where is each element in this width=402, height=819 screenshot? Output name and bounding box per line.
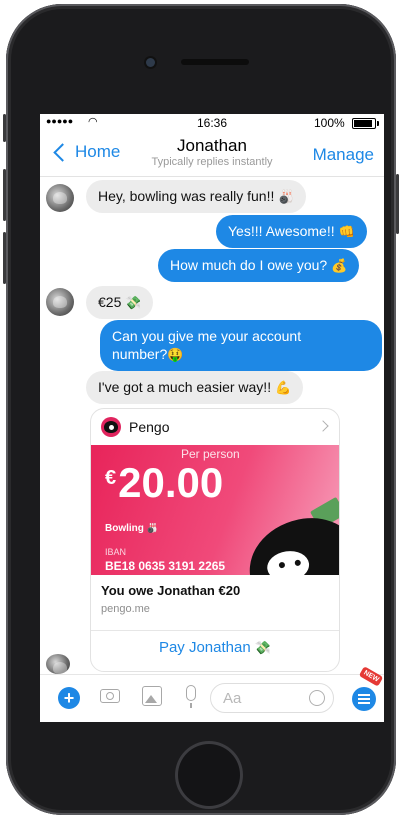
message-bubble[interactable]: How much do I owe you? 💰 — [158, 249, 360, 282]
message-bubble[interactable]: I've got a much easier way!! 💪 — [86, 371, 304, 404]
message-bubble[interactable]: Hey, bowling was really fun!! 🎳 — [86, 180, 307, 213]
avatar[interactable] — [46, 288, 74, 316]
menu-line — [358, 694, 370, 696]
event-name: Bowling — [105, 523, 144, 534]
menu-line — [358, 698, 370, 700]
camera-icon[interactable] — [100, 689, 120, 703]
flying-money-emoji-icon: 💸 — [125, 295, 142, 310]
fist-bump-emoji-icon: 👊 — [338, 224, 355, 239]
avatar[interactable] — [46, 184, 74, 212]
volume-down-button — [3, 232, 6, 284]
flying-money-emoji-icon: 💸 — [254, 640, 272, 655]
penguin-face — [265, 548, 312, 575]
emoji-icon[interactable] — [309, 690, 325, 706]
message-text: Yes!!! Awesome!! — [228, 223, 335, 239]
battery-icon — [352, 118, 379, 129]
screen: ●●●●● ◠ 16:36 100% Home Jonathan Typical… — [40, 114, 384, 722]
money-face-emoji-icon: 🤑 — [167, 347, 184, 362]
card-brand: Pengo — [129, 419, 170, 435]
microphone-icon[interactable] — [186, 685, 196, 708]
flexed-biceps-emoji-icon: 💪 — [274, 380, 292, 395]
message-text-line2: number? — [112, 346, 168, 362]
nav-bar: Home Jonathan Typically replies instantl… — [40, 132, 384, 177]
money-bag-emoji-icon: 💰 — [331, 258, 348, 273]
message-text: €25 — [98, 294, 122, 310]
home-button[interactable] — [175, 741, 243, 809]
status-bar: ●●●●● ◠ 16:36 100% — [40, 114, 384, 132]
message-bubble[interactable]: €25 💸 — [86, 286, 154, 319]
volume-up-button — [3, 169, 6, 221]
card-divider — [91, 630, 339, 631]
menu-line — [358, 702, 370, 704]
avatar[interactable] — [46, 654, 70, 674]
amount-value: 20.00 — [118, 459, 224, 506]
earpiece-speaker — [181, 59, 249, 65]
menu-button[interactable] — [352, 687, 376, 711]
new-badge: NEW — [358, 666, 384, 687]
card-title: You owe Jonathan €20 — [101, 583, 241, 598]
phone-frame: ●●●●● ◠ 16:36 100% Home Jonathan Typical… — [3, 4, 399, 815]
message-bubble[interactable]: Yes!!! Awesome!! 👊 — [216, 215, 367, 248]
card-url: pengo.me — [101, 603, 150, 615]
pay-button[interactable]: Pay Jonathan 💸 — [91, 639, 339, 656]
pay-button-label: Pay Jonathan — [158, 639, 251, 656]
power-button — [396, 174, 399, 234]
plus-icon[interactable]: + — [58, 687, 80, 709]
penguin-mascot-icon — [243, 511, 339, 575]
amount: €20.00 — [105, 459, 223, 507]
bowling-emoji-icon: 🎳 — [146, 523, 158, 533]
message-text: I've got a much easier way!! — [98, 379, 272, 395]
battery-fill — [354, 120, 372, 127]
currency-symbol: € — [105, 467, 117, 489]
message-input[interactable]: Aa — [210, 683, 334, 713]
battery-percent: 100% — [314, 116, 345, 130]
iban-value: BE18 0635 3191 2265 — [105, 559, 226, 573]
pengo-logo-icon — [101, 417, 121, 437]
payment-card[interactable]: Pengo Per person €20.00 Bowling 🎳 IBAN B… — [90, 408, 340, 672]
message-bubble[interactable]: Can you give me your account number?🤑 — [100, 320, 382, 371]
chevron-right-icon — [317, 420, 329, 432]
message-text: Hey, bowling was really fun!! — [98, 188, 275, 204]
iban-label: IBAN — [105, 547, 127, 557]
mute-switch — [3, 114, 6, 142]
image-icon[interactable] — [142, 686, 162, 706]
message-text: How much do I owe you? — [170, 257, 328, 273]
message-text: Can you give me your account — [112, 328, 302, 344]
front-camera — [146, 58, 155, 67]
composer-bar: + Aa NEW — [40, 666, 384, 722]
payment-banner[interactable]: Per person €20.00 Bowling 🎳 IBAN BE18 06… — [91, 445, 339, 575]
card-header[interactable]: Pengo — [91, 409, 339, 445]
manage-button[interactable]: Manage — [313, 145, 374, 165]
event-label: Bowling 🎳 — [105, 523, 158, 534]
message-input-placeholder: Aa — [223, 690, 242, 707]
bowling-emoji-icon: 🎳 — [278, 189, 295, 204]
